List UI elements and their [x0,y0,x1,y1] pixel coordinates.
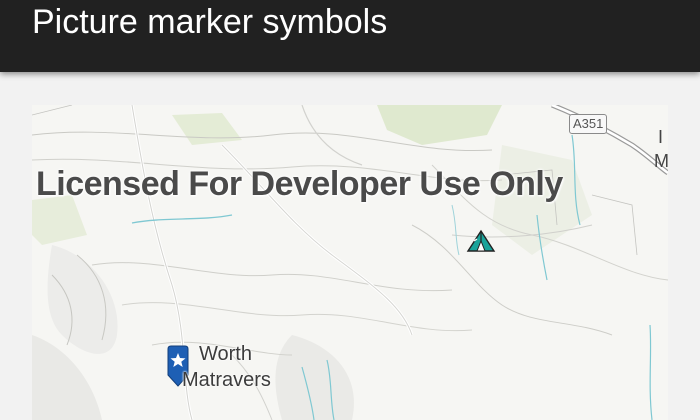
edge-label-2: M [654,151,668,171]
campsite-icon[interactable] [466,229,496,253]
watermark-text: Licensed For Developer Use Only [36,165,563,203]
page-title: Picture marker symbols [32,3,388,41]
app-bar: Picture marker symbols [0,0,700,72]
place-label-line1: Worth [199,343,252,365]
road-shield-a351: A351 [569,114,608,134]
map-view[interactable]: A351 I M Licensed For Developer Use Only… [32,105,668,420]
edge-label-1: I [658,127,664,147]
basemap [32,105,668,420]
place-label-line2: Matravers [182,369,271,391]
